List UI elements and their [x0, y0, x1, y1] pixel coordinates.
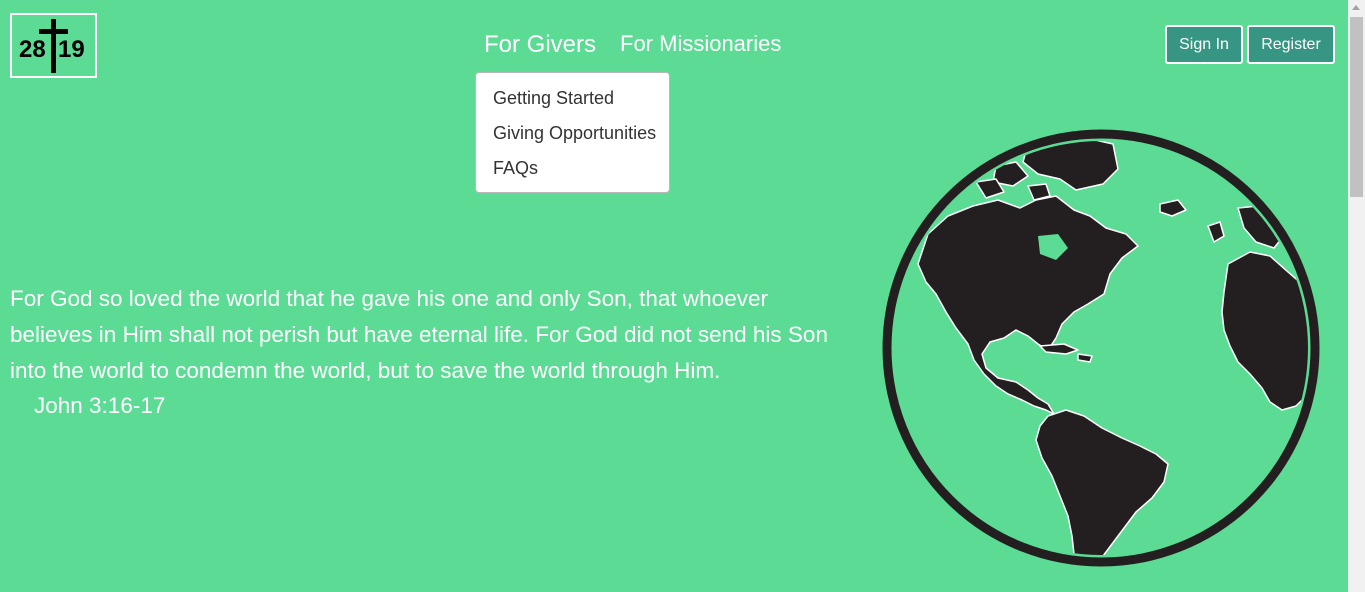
logo-number-right: 19 — [58, 36, 85, 63]
nav-for-missionaries[interactable]: For Missionaries — [620, 31, 781, 57]
cross-bar — [39, 29, 68, 34]
cross-logo-icon — [51, 19, 56, 73]
menu-item-faqs[interactable]: FAQs — [493, 158, 538, 179]
verse-text: For God so loved the world that he gave … — [10, 286, 828, 383]
page: 28 19 For Givers For Missionaries Gettin… — [0, 0, 1348, 592]
verse-reference: John 3:16-17 — [34, 393, 166, 418]
givers-dropdown-menu: Getting Started Giving Opportunities FAQ… — [475, 72, 670, 193]
register-button[interactable]: Register — [1247, 25, 1335, 64]
logo-number-left: 28 — [19, 36, 46, 63]
vertical-scrollbar[interactable] — [1348, 0, 1365, 592]
scroll-up-icon[interactable] — [1352, 5, 1360, 10]
nav-for-givers[interactable]: For Givers — [484, 31, 596, 59]
logo[interactable]: 28 19 — [10, 13, 97, 78]
sign-in-button[interactable]: Sign In — [1165, 25, 1243, 64]
globe-icon — [882, 129, 1320, 567]
menu-item-giving-opportunities[interactable]: Giving Opportunities — [493, 123, 656, 144]
scrollbar-thumb[interactable] — [1350, 17, 1363, 197]
menu-item-getting-started[interactable]: Getting Started — [493, 88, 614, 109]
